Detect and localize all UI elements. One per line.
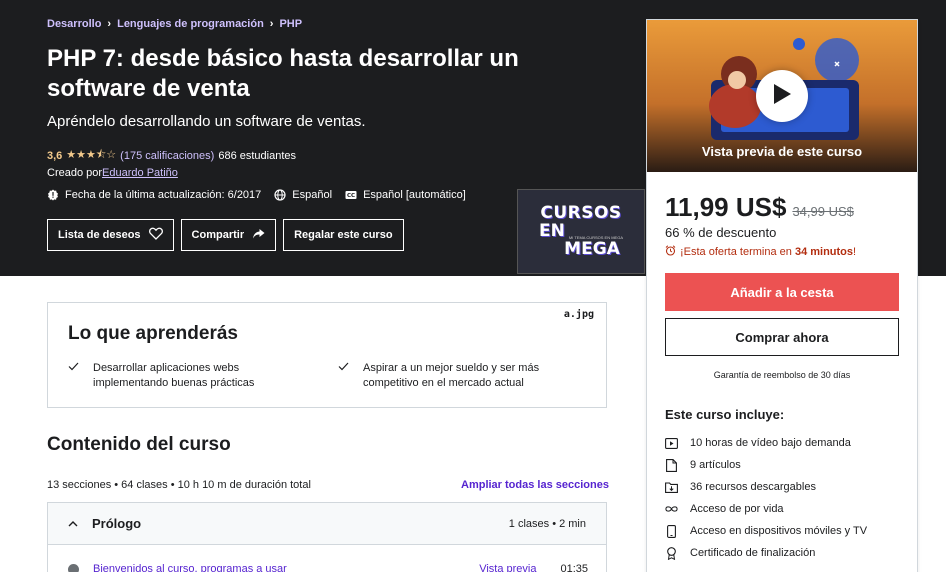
purchase-sidebar: Vista previa de este curso 11,99 US$ 34,… bbox=[646, 19, 918, 572]
students-count: 686 estudiantes bbox=[218, 149, 296, 162]
rating-row: 3,6 ★★★⯪☆ (175 calificaciones) 686 estud… bbox=[47, 146, 296, 165]
list-item: Acceso de por vida bbox=[665, 498, 867, 520]
breadcrumb-item-php[interactable]: PHP bbox=[279, 18, 302, 30]
share-button[interactable]: Compartir bbox=[180, 219, 277, 251]
content-title: Contenido del curso bbox=[47, 434, 231, 455]
ratings-count-link[interactable]: (175 calificaciones) bbox=[120, 150, 214, 162]
created-by: Creado porEduardo Patiño bbox=[47, 167, 178, 179]
chevron-up-icon bbox=[68, 518, 78, 530]
course-preview[interactable]: Vista previa de este curso bbox=[647, 20, 917, 172]
heart-icon bbox=[148, 227, 163, 243]
last-updated: Fecha de la última actualización: 6/2017 bbox=[47, 189, 261, 201]
author-link[interactable]: Eduardo Patiño bbox=[102, 167, 178, 179]
wishlist-label: Lista de deseos bbox=[58, 229, 141, 241]
file-icon bbox=[665, 458, 678, 472]
lecture-preview-link[interactable]: Vista previa bbox=[479, 563, 536, 572]
globe-icon bbox=[274, 189, 286, 201]
learn-item-text: Desarrollar aplicaciones webs implementa… bbox=[93, 362, 255, 389]
section-info: 1 clases • 2 min bbox=[508, 517, 586, 530]
list-item: 10 horas de vídeo bajo demanda bbox=[665, 432, 867, 454]
check-icon bbox=[68, 361, 79, 391]
chevron-right-icon: › bbox=[107, 18, 112, 30]
chevron-right-icon: › bbox=[269, 18, 274, 30]
rating-value: 3,6 bbox=[47, 149, 63, 162]
watermark-line-2: EN bbox=[539, 221, 565, 241]
learn-title: Lo que aprenderás bbox=[68, 323, 238, 344]
created-by-label: Creado por bbox=[47, 167, 103, 179]
list-item: 9 artículos bbox=[665, 454, 867, 476]
lecture-title-link[interactable]: Bienvenidos al curso, programas a usar bbox=[93, 563, 479, 572]
learn-item: Aspirar a un mejor sueldo y ser más comp… bbox=[338, 361, 568, 391]
section-header[interactable]: Prólogo 1 clases • 2 min bbox=[48, 503, 606, 545]
learn-item: Desarrollar aplicaciones webs implementa… bbox=[68, 361, 298, 391]
infinity-icon bbox=[665, 503, 678, 516]
course-subtitle: Apréndelo desarrollando un software de v… bbox=[47, 113, 366, 130]
folder-download-icon bbox=[665, 481, 678, 494]
buy-now-button[interactable]: Comprar ahora bbox=[665, 318, 899, 356]
includes-title: Este curso incluye: bbox=[665, 407, 785, 422]
includes-list: 10 horas de vídeo bajo demanda 9 artícul… bbox=[665, 432, 867, 564]
course-title: PHP 7: desde básico hasta desarrollar un… bbox=[47, 45, 519, 102]
closed-captions-icon: CC bbox=[345, 189, 357, 201]
watermark-line-3: MEGA bbox=[564, 239, 620, 259]
expand-all-sections-button[interactable]: Ampliar todas las secciones bbox=[461, 479, 609, 491]
mobile-icon bbox=[665, 524, 678, 538]
lecture-duration: 01:35 bbox=[560, 563, 588, 572]
play-circle-icon bbox=[68, 563, 79, 572]
offer-suffix: ! bbox=[853, 246, 857, 258]
list-item: Acceso en dispositivos móviles y TV bbox=[665, 520, 867, 542]
include-text: Acceso de por vida bbox=[690, 503, 784, 515]
offer-countdown: ¡Esta oferta termina en 34 minutos! bbox=[665, 245, 856, 259]
check-icon bbox=[338, 361, 349, 391]
current-price: 11,99 US$ bbox=[665, 192, 787, 222]
offer-time: 34 minutos bbox=[794, 246, 854, 258]
include-text: Acceso en dispositivos móviles y TV bbox=[690, 525, 868, 537]
certificate-icon bbox=[665, 546, 678, 560]
svg-text:CC: CC bbox=[347, 193, 355, 199]
original-price: 34,99 US$ bbox=[792, 204, 854, 219]
image-filename-tag: a.jpg bbox=[563, 309, 594, 320]
wishlist-button[interactable]: Lista de deseos bbox=[47, 219, 174, 251]
what-you-learn: Lo que aprenderás a.jpg Desarrollar apli… bbox=[47, 302, 607, 408]
last-updated-text: Fecha de la última actualización: 6/2017 bbox=[65, 189, 262, 201]
add-to-cart-button[interactable]: Añadir a la cesta bbox=[665, 273, 899, 311]
offer-prefix: ¡Esta oferta termina en bbox=[680, 246, 795, 258]
play-button[interactable] bbox=[756, 70, 808, 122]
list-item: Certificado de finalización bbox=[665, 542, 867, 564]
include-text: 36 recursos descargables bbox=[690, 481, 816, 493]
lecture-row: Bienvenidos al curso, programas a usar V… bbox=[68, 563, 588, 572]
language: Español bbox=[274, 189, 332, 201]
share-label: Compartir bbox=[191, 229, 245, 241]
curriculum-section: Prólogo 1 clases • 2 min Bienvenidos al … bbox=[47, 502, 607, 572]
hero-actions: Lista de deseos Compartir Regalar este c… bbox=[47, 219, 404, 251]
section-name: Prólogo bbox=[92, 516, 142, 531]
discount-text: 66 % de descuento bbox=[665, 225, 777, 240]
language-text: Español bbox=[292, 189, 333, 201]
alarm-clock-icon bbox=[665, 245, 676, 259]
include-text: Certificado de finalización bbox=[690, 547, 816, 559]
share-arrow-icon bbox=[252, 228, 265, 243]
watermark-line-1: CURSOS bbox=[540, 203, 622, 223]
breadcrumb: Desarrollo › Lenguajes de programación ›… bbox=[47, 18, 302, 30]
preview-label: Vista previa de este curso bbox=[701, 144, 863, 159]
play-icon bbox=[771, 82, 793, 111]
alert-badge-icon bbox=[47, 189, 59, 201]
gift-course-button[interactable]: Regalar este curso bbox=[283, 219, 404, 251]
breadcrumb-item-lenguajes[interactable]: Lenguajes de programación bbox=[117, 18, 264, 30]
price-row: 11,99 US$ 34,99 US$ bbox=[665, 192, 854, 223]
captions-text: Español [automático] bbox=[363, 189, 466, 201]
watermark-logo: CURSOS EN MI TEMA CURSOS EN MEGA MEGA bbox=[517, 189, 645, 274]
video-icon bbox=[665, 437, 678, 450]
content-meta: 13 secciones • 64 clases • 10 h 10 m de … bbox=[47, 479, 311, 491]
guarantee-text: Garantía de reembolso de 30 días bbox=[713, 370, 851, 380]
include-text: 10 horas de vídeo bajo demanda bbox=[690, 437, 851, 449]
gift-label: Regalar este curso bbox=[294, 229, 393, 241]
learn-item-text: Aspirar a un mejor sueldo y ser más comp… bbox=[363, 362, 540, 389]
include-text: 9 artículos bbox=[690, 459, 741, 471]
course-meta: Fecha de la última actualización: 6/2017… bbox=[47, 189, 479, 201]
breadcrumb-item-desarrollo[interactable]: Desarrollo bbox=[47, 18, 101, 30]
list-item: 36 recursos descargables bbox=[665, 476, 867, 498]
captions: CC Español [automático] bbox=[345, 189, 466, 201]
star-rating-icon: ★★★⯪☆ bbox=[66, 149, 117, 161]
